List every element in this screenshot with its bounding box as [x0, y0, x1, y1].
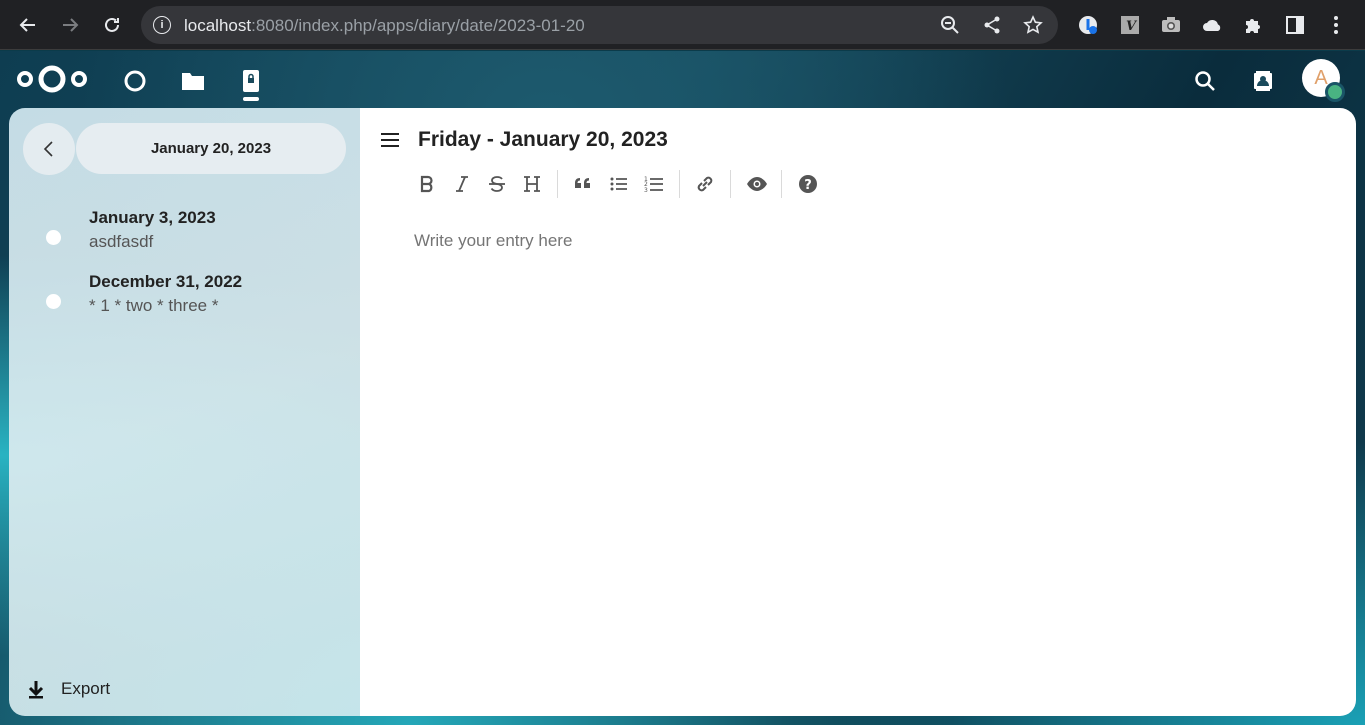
- entry-date: December 31, 2022: [89, 272, 243, 291]
- list-item[interactable]: January 3, 2023 asdfasdf: [9, 208, 360, 264]
- site-info-icon[interactable]: i: [153, 16, 171, 34]
- more-menu-icon[interactable]: [1325, 14, 1347, 36]
- unordered-list-icon[interactable]: [607, 172, 631, 196]
- side-panel-icon[interactable]: [1284, 14, 1306, 36]
- camera-icon[interactable]: [1160, 14, 1182, 36]
- toolbar-divider: [730, 170, 731, 198]
- reload-icon[interactable]: [96, 9, 128, 41]
- entry-editor[interactable]: [414, 231, 1314, 251]
- url-path: :8080/index.php/apps/diary/date/2023-01-…: [251, 16, 585, 35]
- url-text[interactable]: localhost:8080/index.php/apps/diary/date…: [184, 16, 585, 36]
- toolbar-divider: [781, 170, 782, 198]
- export-label: Export: [61, 679, 111, 698]
- zoom-icon[interactable]: [939, 14, 961, 36]
- toolbar-divider: [557, 170, 558, 198]
- url-host: localhost: [184, 16, 252, 35]
- password-manager-icon[interactable]: [1077, 14, 1099, 36]
- diary-icon[interactable]: [236, 66, 266, 96]
- toolbar-divider: [679, 170, 680, 198]
- heading-icon[interactable]: [520, 172, 544, 196]
- cloud-icon[interactable]: [1201, 14, 1223, 36]
- list-item[interactable]: December 31, 2022 * 1 * two * three *: [9, 272, 360, 328]
- preview-eye-icon[interactable]: [745, 172, 769, 196]
- svg-text:3: 3: [644, 187, 648, 193]
- app-content: Friday - January 20, 2023 123 ?: [360, 108, 1356, 716]
- svg-text:?: ?: [804, 178, 812, 193]
- italic-icon[interactable]: [450, 172, 474, 196]
- download-arrow-icon: [25, 678, 47, 700]
- active-app-indicator: [243, 97, 259, 101]
- files-icon[interactable]: [178, 66, 208, 96]
- puzzle-icon[interactable]: [1242, 14, 1264, 36]
- entry-excerpt: * 1 * two * three *: [89, 296, 219, 315]
- back-icon[interactable]: [12, 9, 44, 41]
- share-icon[interactable]: [981, 14, 1003, 36]
- contacts-icon[interactable]: [1248, 66, 1278, 96]
- link-icon[interactable]: [693, 172, 717, 196]
- app-navigation: January 20, 2023 January 3, 2023 asdfasd…: [9, 108, 360, 716]
- bold-icon[interactable]: [415, 172, 439, 196]
- dashboard-icon[interactable]: [120, 66, 150, 96]
- entry-excerpt: asdfasdf: [89, 232, 154, 251]
- page-title: Friday - January 20, 2023: [418, 128, 668, 151]
- search-icon[interactable]: [1190, 66, 1220, 96]
- forward-icon[interactable]: [54, 9, 86, 41]
- browser-toolbar: i localhost:8080/index.php/apps/diary/da…: [0, 0, 1365, 50]
- address-bar[interactable]: i localhost:8080/index.php/apps/diary/da…: [141, 6, 1058, 44]
- export-button[interactable]: Export: [25, 674, 110, 704]
- ordered-list-icon[interactable]: 123: [642, 172, 666, 196]
- entry-date: January 3, 2023: [89, 208, 216, 227]
- entry-bullet-icon: [46, 230, 61, 245]
- strikethrough-icon[interactable]: [485, 172, 509, 196]
- current-date-button[interactable]: January 20, 2023: [76, 123, 346, 174]
- help-icon[interactable]: ?: [796, 172, 820, 196]
- quote-icon[interactable]: [571, 172, 595, 196]
- bookmark-star-icon[interactable]: [1022, 14, 1044, 36]
- online-status-icon: [1325, 82, 1345, 102]
- nextcloud-logo-icon[interactable]: [15, 64, 89, 99]
- entry-bullet-icon: [46, 294, 61, 309]
- hamburger-menu-icon[interactable]: [380, 130, 400, 150]
- vimium-icon[interactable]: V: [1119, 14, 1141, 36]
- app-header: [0, 51, 1365, 108]
- previous-button[interactable]: [23, 123, 75, 175]
- chevron-left-icon: [43, 141, 53, 157]
